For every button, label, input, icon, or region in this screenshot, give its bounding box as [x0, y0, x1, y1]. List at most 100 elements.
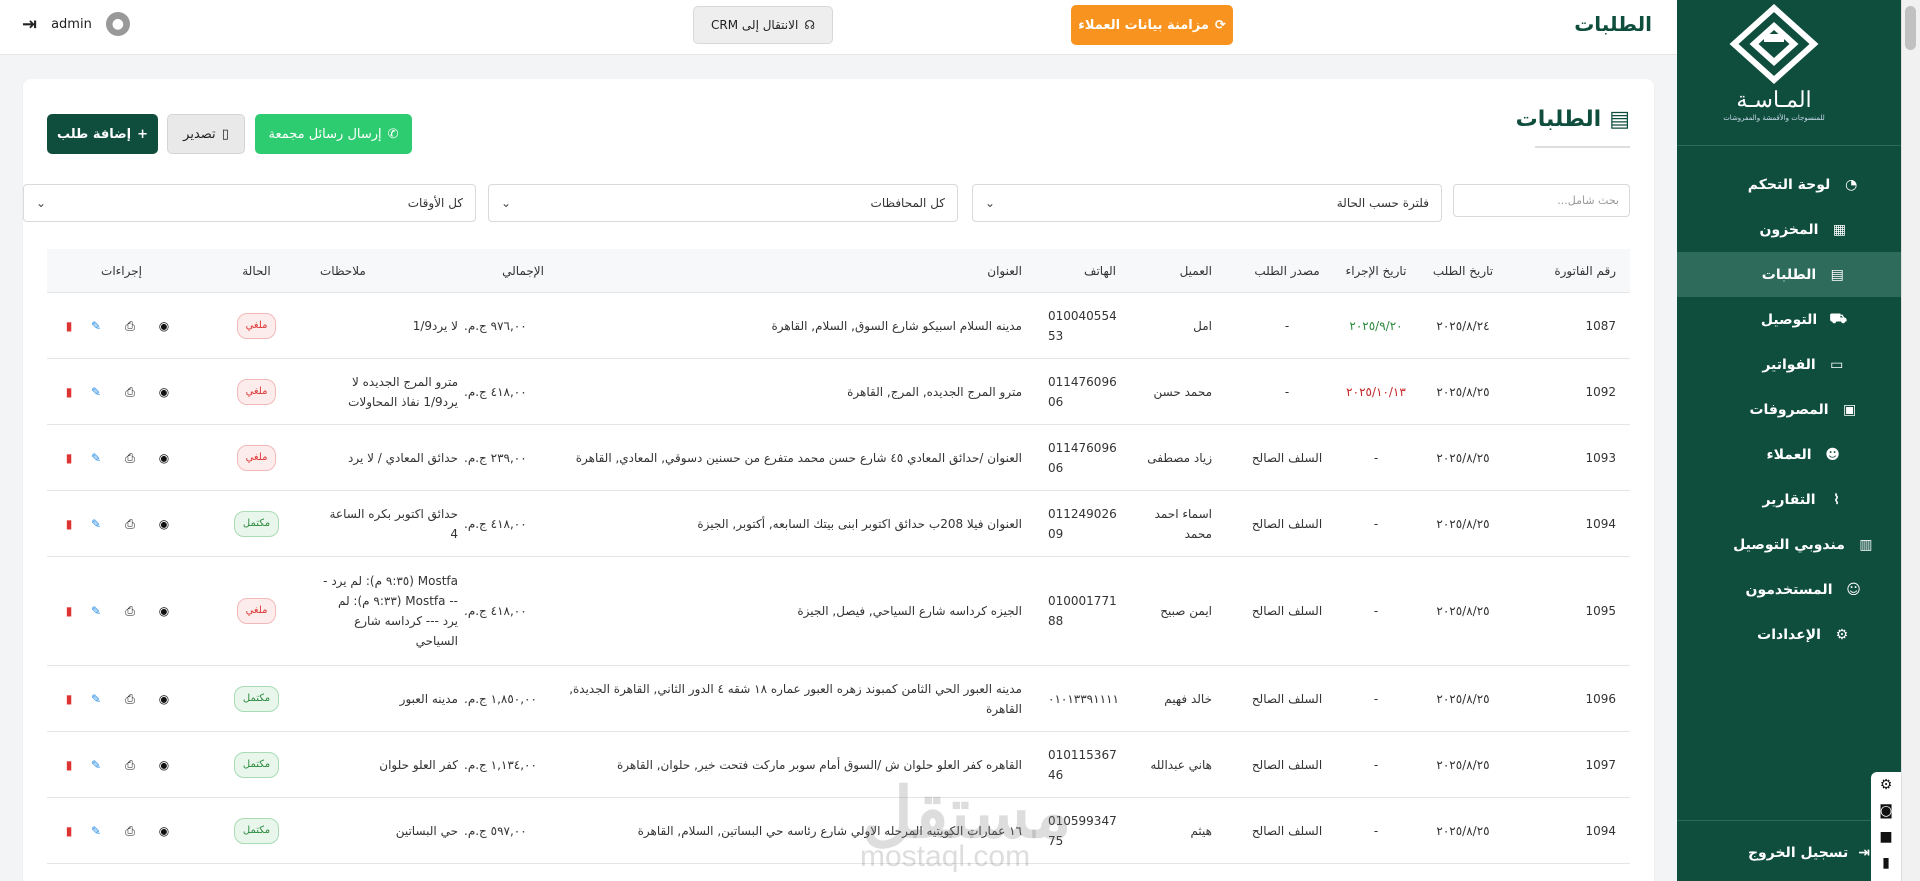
- view-icon[interactable]: ◉: [147, 514, 181, 534]
- col-notes[interactable]: ملاحظات: [314, 261, 464, 281]
- delete-icon[interactable]: ▮: [59, 382, 79, 402]
- table-row[interactable]: 1096 ٢٠٢٥/٨/٢٥ - السلف الصالح خالد فهيم ٠١٠١٣…: [47, 666, 1630, 732]
- print-icon[interactable]: ⎙: [113, 689, 147, 709]
- go-to-crm-button[interactable]: ☊ الانتقال إلى CRM: [693, 6, 833, 44]
- sidebar-item-customers[interactable]: ☻ العملاء: [1677, 432, 1901, 477]
- sidebar-item-inventory[interactable]: ▦ المخزون: [1677, 207, 1901, 252]
- delete-icon[interactable]: ▮: [59, 755, 79, 775]
- table-row[interactable]: 1094 ٢٠٢٥/٨/٢٥ - السلف الصالح اسماء احمد محم…: [47, 491, 1630, 557]
- delete-icon[interactable]: ▮: [59, 601, 79, 621]
- table-row[interactable]: 1095 ٢٠٢٥/٨/٢٥ - السلف الصالح ايمن صبيح 01000…: [47, 557, 1630, 666]
- delete-icon[interactable]: ▮: [59, 689, 79, 709]
- sidebar-item-expenses[interactable]: ▣ المصروفات: [1677, 387, 1901, 432]
- print-icon[interactable]: ⎙: [113, 514, 147, 534]
- governorate-filter-select[interactable]: كل المحافظات ⌄: [488, 184, 958, 222]
- status-filter-select[interactable]: فلترة حسب الحالة ⌄: [972, 184, 1442, 222]
- delete-icon[interactable]: ▮: [59, 821, 79, 841]
- col-total[interactable]: الإجمالي: [464, 261, 550, 281]
- cell-client: محمد حسن: [1153, 384, 1212, 399]
- view-icon[interactable]: ◉: [147, 821, 181, 841]
- cell-actions: ◉ ⎙ ✎ ▮: [50, 755, 199, 775]
- time-filter-select[interactable]: كل الأوقات ⌄: [23, 184, 476, 222]
- cell-invoice: 1095: [1585, 604, 1616, 618]
- delete-icon[interactable]: ▮: [59, 316, 79, 336]
- view-icon[interactable]: ◉: [147, 382, 181, 402]
- cell-notes: حدائق المعادي / لا يرد: [348, 450, 458, 465]
- delete-icon[interactable]: ▮: [59, 448, 79, 468]
- export-button[interactable]: ▯ تصدير: [167, 114, 245, 154]
- bulk-whatsapp-button[interactable]: ✆ إرسال رسائل مجمعة: [255, 114, 412, 154]
- add-order-button[interactable]: + إضافة طلب: [47, 114, 158, 154]
- cell-status: ملغي: [199, 444, 314, 471]
- cell-notes: مدينه العبور: [399, 691, 458, 706]
- col-client[interactable]: العميل: [1122, 261, 1242, 281]
- headset-icon: ☊: [804, 18, 815, 32]
- scrollbar-thumb[interactable]: [1905, 6, 1916, 50]
- cell-phone: 011476096 06: [1048, 440, 1117, 475]
- sidebar-item-users[interactable]: ☺ المستخدمون: [1677, 567, 1901, 612]
- edit-icon[interactable]: ✎: [79, 689, 113, 709]
- camera-icon[interactable]: ◙: [1871, 798, 1901, 824]
- edit-icon[interactable]: ✎: [79, 514, 113, 534]
- view-icon[interactable]: ◉: [147, 601, 181, 621]
- print-icon[interactable]: ⎙: [113, 448, 147, 468]
- table-row[interactable]: 1087 ٢٠٢٥/٨/٢٤ ٢٠٢٥/٩/٢٠ - امل 010040554 53 مد…: [47, 293, 1630, 359]
- print-icon[interactable]: ⎙: [113, 755, 147, 775]
- search-input[interactable]: بحث شامل...: [1453, 184, 1630, 217]
- print-icon[interactable]: ⎙: [113, 821, 147, 841]
- print-icon[interactable]: ⎙: [113, 316, 147, 336]
- sidebar-item-dashboard[interactable]: ◔ لوحة التحكم: [1677, 162, 1901, 207]
- table-row[interactable]: 1094 ٢٠٢٥/٨/٢٥- السلف الصالح هيثم 010599347 …: [47, 798, 1630, 864]
- edit-icon[interactable]: ✎: [79, 821, 113, 841]
- sync-customers-button[interactable]: ⟳ مزامنة بيانات العملاء: [1071, 5, 1233, 45]
- brand-logo[interactable]: المـاسـة للمنسوجات والأقمشة والمفروشات: [1699, 4, 1849, 134]
- view-icon[interactable]: ◉: [147, 755, 181, 775]
- table-row[interactable]: 1092 ٢٠٢٥/٨/٢٥ ٢٠٢٥/١٠/١٣ - محمد حسن 01147609…: [47, 359, 1630, 425]
- boxes-icon: ▦: [1832, 221, 1847, 238]
- avatar[interactable]: ●: [105, 12, 130, 36]
- col-actions: إجراءات: [101, 263, 142, 278]
- cell-client: هيثم: [1190, 823, 1212, 838]
- table-row[interactable]: 1097 ٢٠٢٥/٨/٢٥- السلف الصالح هاني عبدالله 01…: [47, 732, 1630, 798]
- view-icon[interactable]: ◉: [147, 689, 181, 709]
- delete-icon[interactable]: ▮: [59, 514, 79, 534]
- chevron-down-icon: ⌄: [501, 196, 512, 210]
- col-phone[interactable]: الهاتف: [1028, 261, 1122, 281]
- table-row[interactable]: 1093 ٢٠٢٥/٨/٢٥ - السلف الصالح زياد مصطفى 0114…: [47, 425, 1630, 491]
- cell-invoice: 1093: [1585, 450, 1616, 465]
- mic-icon[interactable]: ▮: [1871, 850, 1901, 876]
- username[interactable]: admin: [51, 17, 92, 32]
- col-address[interactable]: العنوان: [550, 261, 1028, 281]
- sidebar-item-orders[interactable]: ▤ الطلبات: [1677, 252, 1901, 297]
- tools-icon[interactable]: ⚙: [1871, 772, 1901, 798]
- logout-button[interactable]: ⇥ تسجيل الخروج: [1677, 845, 1901, 861]
- edit-icon[interactable]: ✎: [79, 448, 113, 468]
- sidebar-item-settings[interactable]: ⚙ الإعدادات: [1677, 612, 1901, 657]
- print-icon[interactable]: ⎙: [113, 382, 147, 402]
- sidebar-item-invoices[interactable]: ▭ الفواتير: [1677, 342, 1901, 387]
- cell-status: ملغي: [199, 598, 314, 624]
- scrollbar[interactable]: [1901, 0, 1920, 881]
- edit-icon[interactable]: ✎: [79, 316, 113, 336]
- logout-icon[interactable]: ⇥: [22, 14, 37, 35]
- screen-tools: ⚙ ◙ ■ ▮: [1871, 772, 1901, 881]
- cell-action-date: -: [1373, 516, 1379, 531]
- edit-icon[interactable]: ✎: [79, 382, 113, 402]
- cell-order-date: ٢٠٢٥/٨/٢٥: [1436, 823, 1490, 838]
- col-status[interactable]: الحالة: [199, 261, 314, 281]
- sidebar-item-reports[interactable]: ⌇ التقارير: [1677, 477, 1901, 522]
- view-icon[interactable]: ◉: [147, 448, 181, 468]
- sidebar-item-delivery[interactable]: ⛟ التوصيل: [1677, 297, 1901, 342]
- cell-phone: 010001771 88: [1048, 594, 1117, 628]
- edit-icon[interactable]: ✎: [79, 601, 113, 621]
- sidebar-item-couriers[interactable]: ▥ مندوبي التوصيل: [1677, 522, 1901, 567]
- col-action-date[interactable]: تاريخ الإجراء: [1332, 261, 1420, 281]
- col-source[interactable]: مصدر الطلب: [1242, 261, 1332, 281]
- print-icon[interactable]: ⎙: [113, 601, 147, 621]
- col-order-date[interactable]: تاريخ الطلب: [1420, 261, 1506, 281]
- cell-client: اسماء احمد محمد: [1154, 506, 1212, 541]
- video-icon[interactable]: ■: [1871, 824, 1901, 850]
- edit-icon[interactable]: ✎: [79, 755, 113, 775]
- view-icon[interactable]: ◉: [147, 316, 181, 336]
- col-invoice[interactable]: رقم الفاتورة: [1506, 261, 1630, 281]
